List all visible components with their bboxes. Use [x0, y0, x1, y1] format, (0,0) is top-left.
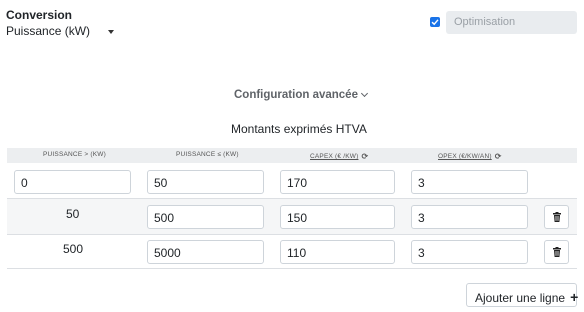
trash-icon — [553, 247, 561, 257]
header-capex-label: CAPEX (€ /KW) — [310, 153, 359, 160]
capex-input[interactable]: 150 — [280, 205, 395, 229]
header-opex[interactable]: OPEX (€/KW/AN) ⟳ — [438, 151, 502, 161]
header-max-power: PUISSANCE ≤ (KW) — [176, 151, 239, 158]
sync-icon[interactable]: ⟳ — [361, 152, 368, 161]
max-power-input[interactable]: 5000 — [147, 240, 264, 264]
conversion-label: Conversion — [6, 8, 73, 22]
sync-icon[interactable]: ⟳ — [495, 152, 502, 161]
advanced-config-label: Configuration avancée — [234, 89, 358, 101]
min-power-value: 50 — [66, 207, 80, 221]
table-header: PUISSANCE > (KW) PUISSANCE ≤ (KW) CAPEX … — [7, 148, 577, 163]
advanced-config-toggle[interactable]: Configuration avancée — [234, 89, 369, 101]
opex-input[interactable]: 3 — [411, 240, 528, 264]
conversion-select[interactable]: Puissance (kW) — [6, 23, 117, 40]
check-icon — [431, 19, 439, 26]
plus-icon: + — [570, 289, 579, 305]
optimisation-input[interactable]: Optimisation — [446, 11, 577, 34]
optimisation-checkbox[interactable] — [430, 17, 440, 27]
capex-input[interactable]: 110 — [280, 240, 395, 264]
row-divider — [7, 268, 577, 269]
add-row-button[interactable]: Ajouter une ligne + — [466, 283, 579, 307]
caret-down-icon — [108, 30, 114, 34]
chevron-down-icon — [360, 89, 369, 98]
delete-row-button[interactable] — [544, 240, 569, 264]
row-divider — [7, 234, 577, 235]
max-power-input[interactable]: 500 — [147, 205, 264, 229]
add-row-label: Ajouter une ligne — [475, 291, 566, 305]
capex-input[interactable]: 170 — [280, 170, 395, 194]
min-power-input[interactable]: 0 — [14, 170, 131, 194]
trash-icon — [553, 212, 561, 222]
opex-input[interactable]: 3 — [411, 205, 528, 229]
header-opex-label: OPEX (€/KW/AN) — [438, 153, 492, 160]
delete-row-button[interactable] — [544, 205, 569, 229]
opex-input[interactable]: 3 — [411, 170, 528, 194]
max-power-input[interactable]: 50 — [147, 170, 264, 194]
table-subtitle: Montants exprimés HTVA — [231, 122, 367, 136]
min-power-value: 500 — [63, 242, 84, 256]
conversion-selected-value: Puissance (kW) — [6, 24, 91, 38]
header-min-power: PUISSANCE > (KW) — [43, 151, 106, 158]
header-capex[interactable]: CAPEX (€ /KW) ⟳ — [310, 151, 368, 161]
